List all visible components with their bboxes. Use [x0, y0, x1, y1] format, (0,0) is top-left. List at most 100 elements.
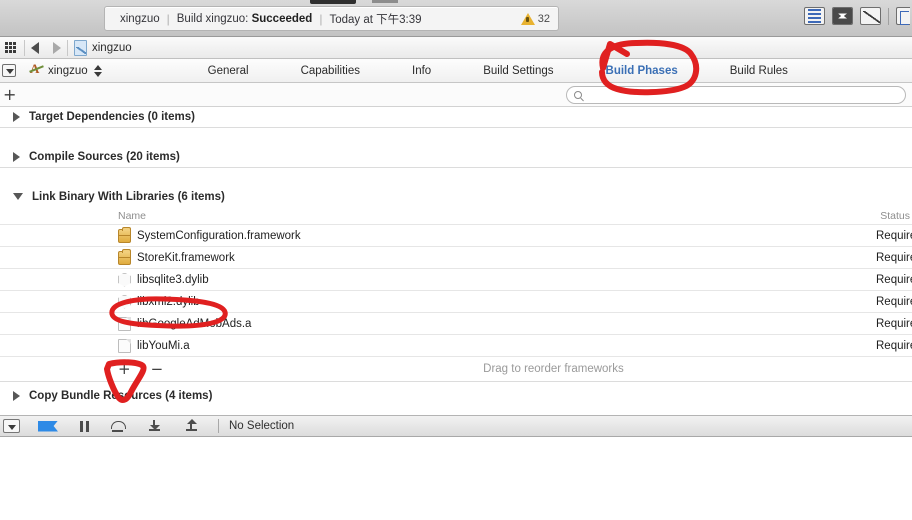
row-name-cell: libsqlite3.dylib — [0, 272, 209, 287]
target-app-icon — [30, 61, 44, 78]
library-name: libYouMi.a — [137, 339, 190, 352]
search-input[interactable] — [586, 89, 876, 101]
warning-count: 32 — [537, 12, 550, 25]
forward-arrow-icon[interactable] — [53, 41, 61, 54]
column-header-status: Status — [880, 209, 910, 222]
build-phases-content: Target Dependencies (0 items) Compile So… — [0, 107, 912, 415]
library-name: libGoogleAdMobAds.a — [137, 317, 252, 330]
scheme-dropdown-icon[interactable] — [3, 419, 20, 433]
jump-bar-divider-1 — [24, 39, 25, 56]
row-name-cell: StoreKit.framework — [0, 248, 235, 265]
target-selector[interactable]: xingzuo — [30, 61, 102, 78]
remove-framework-button[interactable]: − — [151, 361, 164, 377]
library-name: libsqlite3.dylib — [137, 273, 209, 286]
debug-bar: No Selection — [0, 415, 912, 437]
tab-build-phases[interactable]: Build Phases — [580, 65, 704, 77]
static-library-icon — [118, 338, 131, 353]
table-header-row: Name Status — [0, 207, 912, 224]
target-tab-bar: xingzuo General Capabilities Info Build … — [0, 59, 912, 83]
row-name-cell: SystemConfiguration.framework — [0, 226, 301, 243]
project-navigator-toggle-icon[interactable] — [2, 64, 16, 77]
row-name-cell: libGoogleAdMobAds.a — [0, 316, 252, 331]
column-header-name: Name — [118, 209, 147, 222]
standard-editor-icon[interactable] — [804, 7, 825, 25]
chevron-right-icon[interactable] — [13, 391, 20, 401]
window-toolbar: xingzuo | Build xingzuo: Succeeded | Tod… — [0, 0, 912, 37]
tab-info[interactable]: Info — [386, 65, 457, 77]
library-status[interactable]: Required — [876, 252, 912, 264]
status-project-name: xingzuo — [120, 12, 160, 25]
window-chrome-nub-secondary — [372, 0, 398, 3]
phase-title: Copy Bundle Resources (4 items) — [29, 390, 213, 402]
library-name: libxml2.dylib — [137, 295, 200, 308]
xcode-window: xingzuo | Build xingzuo: Succeeded | Tod… — [0, 0, 912, 520]
tab-build-settings[interactable]: Build Settings — [457, 65, 579, 77]
row-name-cell: libxml2.dylib — [0, 294, 200, 309]
breadcrumb[interactable]: xingzuo — [92, 42, 132, 54]
editor-tabs: General Capabilities Info Build Settings… — [182, 65, 814, 77]
search-field[interactable] — [566, 86, 906, 104]
link-binary-footer: + − Drag to reorder frameworks — [0, 356, 912, 382]
up-down-stepper-icon[interactable] — [93, 64, 102, 77]
chevron-right-icon[interactable] — [13, 112, 20, 122]
warning-indicator[interactable]: 32 — [520, 12, 550, 25]
project-file-icon — [74, 39, 87, 56]
status-action-result: Succeeded — [251, 12, 313, 25]
phase-link-binary-with-libraries[interactable]: Link Binary With Libraries (6 items) — [0, 187, 912, 207]
table-row[interactable]: libGoogleAdMobAds.a Required — [0, 312, 912, 334]
row-name-cell: libYouMi.a — [0, 338, 190, 353]
step-into-icon[interactable] — [148, 419, 163, 433]
step-out-icon[interactable] — [185, 418, 200, 433]
chevron-right-icon[interactable] — [13, 152, 20, 162]
library-status[interactable]: Required — [876, 318, 912, 330]
table-row[interactable]: libsqlite3.dylib Required — [0, 268, 912, 290]
assistant-editor-icon[interactable] — [832, 7, 853, 25]
library-status[interactable]: Required — [876, 340, 912, 352]
version-editor-icon[interactable] — [860, 7, 881, 25]
step-over-icon[interactable] — [111, 420, 126, 433]
phase-title: Link Binary With Libraries (6 items) — [32, 191, 225, 203]
activity-status-bar[interactable]: xingzuo | Build xingzuo: Succeeded | Tod… — [104, 6, 559, 31]
phase-title: Compile Sources (20 items) — [29, 151, 180, 163]
library-status[interactable]: Required — [876, 230, 912, 242]
utilities-panel-icon[interactable] — [896, 7, 910, 25]
target-name: xingzuo — [48, 64, 88, 77]
table-row[interactable]: StoreKit.framework Required — [0, 246, 912, 268]
status-timestamp: Today at 下午3:39 — [329, 13, 422, 26]
selection-label: No Selection — [229, 420, 295, 432]
jump-bar-divider-2 — [67, 39, 68, 56]
related-items-icon[interactable] — [0, 42, 18, 53]
tab-general[interactable]: General — [182, 65, 275, 77]
add-build-phase-button[interactable]: + — [3, 86, 16, 103]
back-arrow-icon[interactable] — [31, 41, 39, 54]
tab-capabilities[interactable]: Capabilities — [275, 65, 386, 77]
reorder-hint: Drag to reorder frameworks — [483, 363, 624, 375]
debug-bar-divider — [218, 419, 219, 433]
phase-compile-sources[interactable]: Compile Sources (20 items) — [0, 147, 912, 167]
framework-icon — [118, 226, 131, 243]
pause-icon[interactable] — [80, 420, 89, 432]
phase-target-dependencies[interactable]: Target Dependencies (0 items) — [0, 107, 912, 127]
breakpoint-flag-icon[interactable] — [38, 420, 58, 432]
framework-icon — [118, 248, 131, 265]
jump-bar: xingzuo — [0, 37, 912, 59]
library-name: StoreKit.framework — [137, 251, 235, 264]
dylib-icon — [118, 272, 131, 287]
library-status[interactable]: Required — [876, 296, 912, 308]
chevron-down-icon[interactable] — [13, 192, 23, 200]
phase-divider — [0, 167, 912, 168]
phase-title: Target Dependencies (0 items) — [29, 111, 195, 123]
library-status[interactable]: Required — [876, 274, 912, 286]
phase-filter-bar: + — [0, 83, 912, 107]
link-binary-table: Name Status SystemConfiguration.framewor… — [0, 207, 912, 382]
table-row[interactable]: libxml2.dylib Required — [0, 290, 912, 312]
editor-view-toggles — [804, 7, 910, 25]
tab-build-rules[interactable]: Build Rules — [704, 65, 814, 77]
status-action: Build xingzuo: Succeeded — [170, 13, 320, 25]
add-framework-button[interactable]: + — [118, 361, 131, 377]
status-action-prefix: Build xingzuo: — [176, 12, 249, 25]
library-name: SystemConfiguration.framework — [137, 229, 301, 242]
table-row[interactable]: libYouMi.a Required — [0, 334, 912, 356]
phase-copy-bundle-resources[interactable]: Copy Bundle Resources (4 items) — [0, 386, 912, 406]
table-row[interactable]: SystemConfiguration.framework Required — [0, 224, 912, 246]
